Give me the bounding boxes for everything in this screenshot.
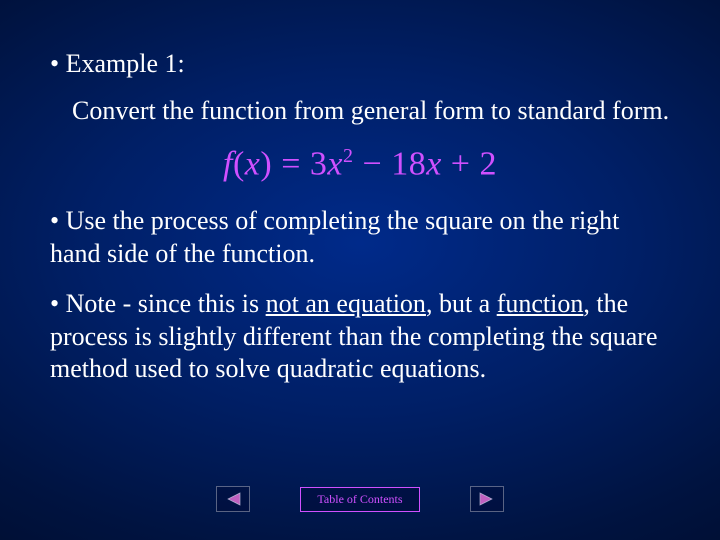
eq-lhs-x: x xyxy=(245,145,261,182)
nav-next-button[interactable] xyxy=(470,486,504,512)
note-underline-2: function xyxy=(497,289,584,318)
eq-equals: = xyxy=(272,145,310,182)
arrow-left-icon xyxy=(224,491,242,507)
note-mid: , but a xyxy=(426,289,497,318)
eq-minus: − xyxy=(354,145,392,182)
nav-bar: Table of Contents xyxy=(0,486,720,512)
eq-plus: + xyxy=(442,145,480,182)
eq-lhs-open: ( xyxy=(233,145,245,182)
bullet-example: • Example 1: xyxy=(50,48,670,81)
eq-const: 2 xyxy=(479,145,497,182)
note-pre: • Note - since this is xyxy=(50,289,266,318)
note-underline-1: not an equation xyxy=(266,289,426,318)
eq-coef2: 18 xyxy=(391,145,426,182)
eq-lhs-close: ) xyxy=(260,145,272,182)
sub-instruction: Convert the function from general form t… xyxy=(72,95,670,128)
arrow-right-icon xyxy=(478,491,496,507)
eq-var2: x xyxy=(426,145,442,182)
nav-prev-button[interactable] xyxy=(216,486,250,512)
toc-button[interactable]: Table of Contents xyxy=(300,487,419,512)
eq-var1: x xyxy=(327,145,343,182)
slide-body: • Example 1: Convert the function from g… xyxy=(0,0,720,540)
eq-coef1: 3 xyxy=(310,145,328,182)
bullet-use-process: • Use the process of completing the squa… xyxy=(50,205,670,270)
equation: f(x) = 3x2 − 18x + 2 xyxy=(50,145,670,183)
bullet-note: • Note - since this is not an equation, … xyxy=(50,288,670,386)
eq-exp1: 2 xyxy=(343,145,354,167)
eq-lhs-f: f xyxy=(223,145,233,182)
